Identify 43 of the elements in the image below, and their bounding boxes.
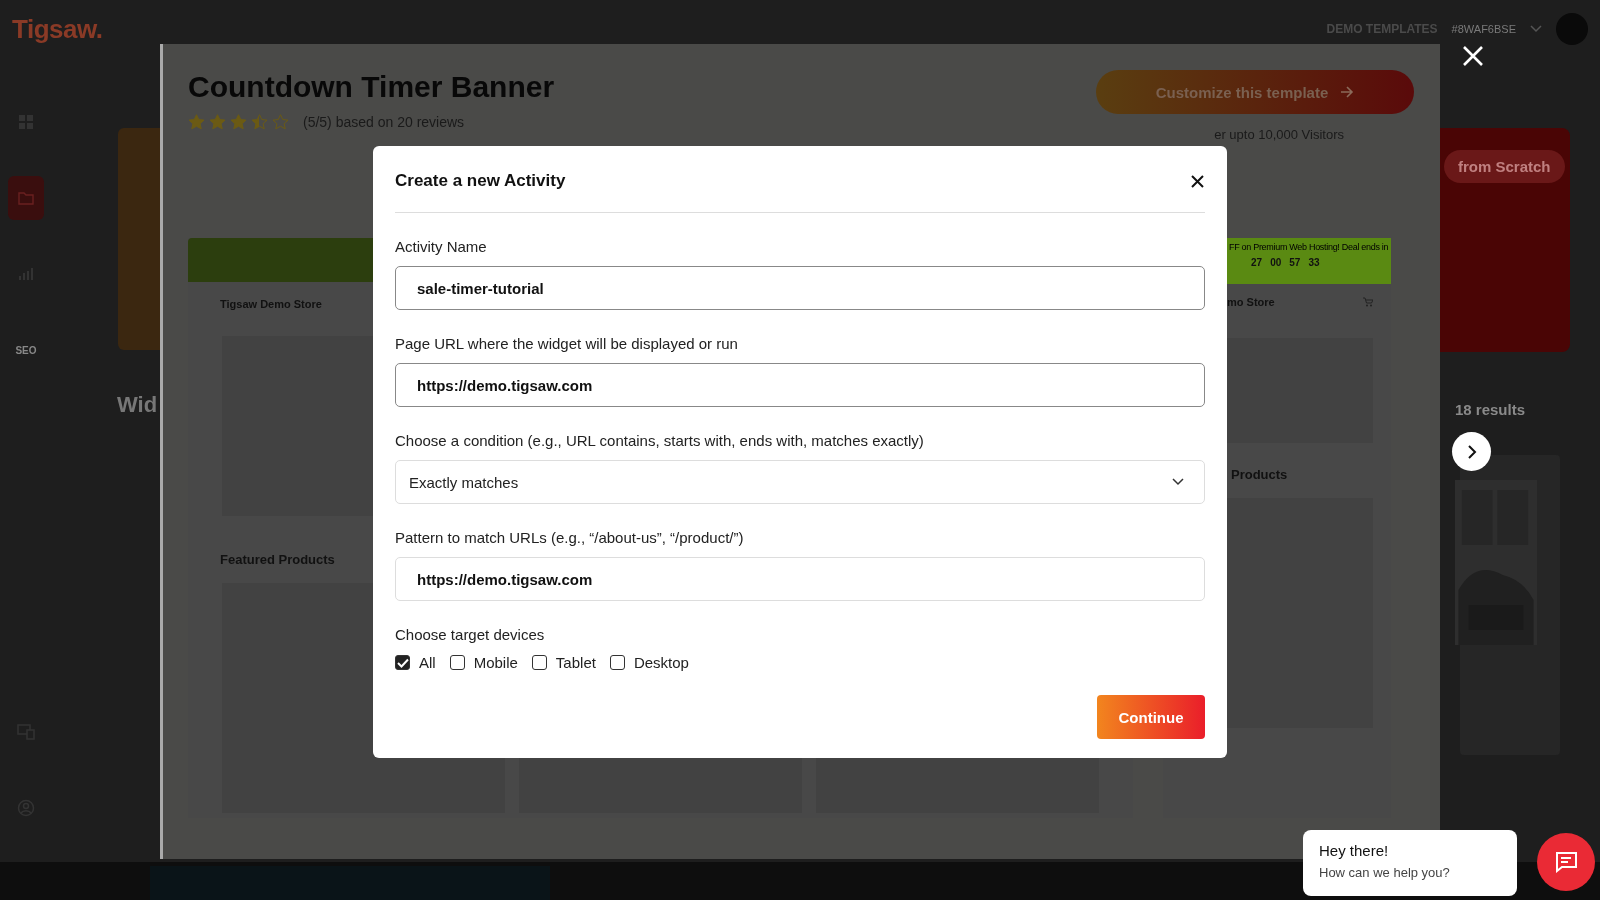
chat-icon (1554, 851, 1578, 873)
device-checkbox[interactable]: Desktop (609, 654, 689, 671)
input-field[interactable]: https://demo.tigsaw.com (395, 557, 1205, 601)
continue-button[interactable]: Continue (1097, 695, 1205, 739)
close-icon (1461, 44, 1485, 68)
seo-nav-item[interactable]: SEO (8, 328, 44, 372)
input-field[interactable]: sale-timer-tutorial (395, 266, 1205, 310)
close-button[interactable] (1189, 173, 1205, 189)
countdown-value: 27 (1251, 257, 1263, 268)
start-from-scratch-button[interactable]: from Scratch (1444, 150, 1565, 183)
chat-button[interactable] (1537, 833, 1595, 891)
field-label: Activity Name (395, 238, 488, 255)
input-field[interactable]: https://demo.tigsaw.com (395, 363, 1205, 407)
cart-icon (1363, 297, 1373, 307)
device-checkbox[interactable]: Mobile (449, 654, 518, 671)
countdown-value: 57 (1289, 257, 1301, 268)
arrow-right-icon (1340, 86, 1355, 98)
condition-dropdown[interactable]: Exactly matches (395, 460, 1205, 504)
field-label: Choose a condition (e.g., URL contains, starts with, ends with, matches exactly) (395, 432, 925, 449)
close-icon (1190, 174, 1204, 188)
countdown-value: 33 (1308, 257, 1320, 268)
next-arrow-button[interactable] (1452, 432, 1491, 471)
chat-bubble[interactable]: Hey there! How can we help you? (1303, 830, 1517, 896)
chevron-down-icon[interactable] (1530, 25, 1542, 33)
folder-icon[interactable] (8, 176, 44, 220)
device-checkbox[interactable]: Tablet (531, 654, 596, 671)
chevron-down-icon (1172, 478, 1184, 486)
chevron-right-icon (1465, 443, 1478, 460)
field-label: Choose target devices (395, 626, 546, 643)
field-label: Page URL where the widget will be displayed or run (395, 335, 739, 352)
chat-prompt: How can we help you? (1319, 865, 1451, 880)
dialog-title: Create a new Activity (395, 171, 566, 191)
chat-greeting: Hey there! (1319, 842, 1390, 859)
account-id: #8WAF6BSE (1451, 23, 1516, 35)
check-icon (396, 657, 409, 668)
template-title: Countdown Timer Banner (188, 70, 555, 104)
results-count: 18 results (1455, 401, 1526, 418)
section-title: Featured Products (219, 551, 336, 567)
banner-text: FF on Premium Web Hosting! Deal ends in (1229, 242, 1389, 252)
device-checkbox[interactable]: All (395, 654, 436, 671)
countdown-value: 00 (1270, 257, 1282, 268)
field-label: Pattern to match URLs (e.g., “/about-us”, “/product/”) (395, 529, 745, 546)
section-heading: Wid (117, 392, 158, 418)
